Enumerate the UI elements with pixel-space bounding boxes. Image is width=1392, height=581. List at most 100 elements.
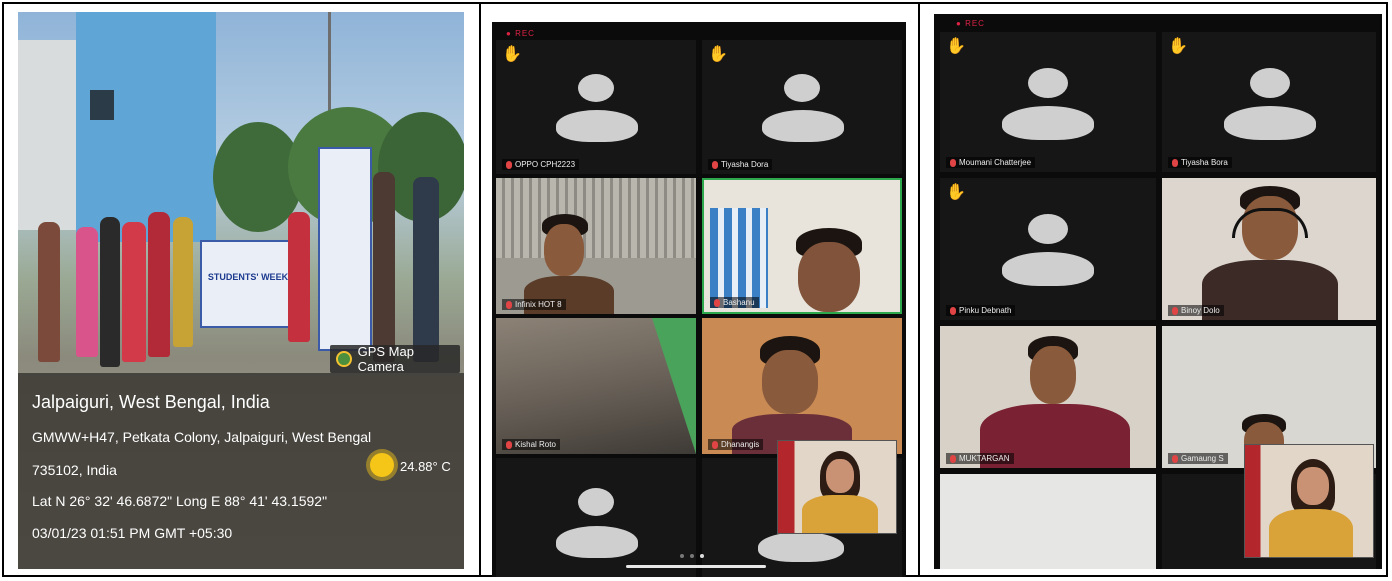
participant-name: Pinku Debnath — [946, 305, 1016, 316]
standee — [318, 147, 372, 351]
person — [38, 222, 60, 362]
curtain — [710, 208, 768, 308]
participant-name: Dhanangis — [708, 439, 764, 450]
person — [148, 212, 170, 357]
avatar-icon — [784, 74, 820, 102]
participant-name: Tiyasha Dora — [708, 159, 773, 170]
sun-icon — [370, 453, 394, 477]
raised-hand-icon: ✋ — [946, 184, 966, 201]
participant-tile[interactable]: Infinix HOT 8 — [496, 178, 696, 314]
page-dot — [680, 554, 684, 558]
rec-label: REC — [515, 29, 535, 38]
pole — [328, 12, 331, 122]
ceiling — [496, 318, 696, 454]
participant-name-text: Tiyasha Bora — [1181, 158, 1228, 167]
mic-muted-icon — [506, 300, 512, 309]
column-divider — [918, 2, 920, 577]
participant-name-text: Kishal Roto — [515, 440, 556, 449]
rec-indicator: ● REC — [956, 19, 985, 28]
page-dot — [690, 554, 694, 558]
avatar-icon — [578, 488, 614, 516]
participant-tile[interactable] — [940, 474, 1156, 569]
participant-tile[interactable] — [496, 458, 696, 577]
active-speaker-tile[interactable]: Bashanu — [702, 178, 902, 314]
person — [100, 217, 120, 367]
person — [413, 177, 439, 362]
mic-muted-icon — [712, 440, 718, 449]
participant-name-text: Moumani Chatterjee — [959, 158, 1032, 167]
self-view-pip[interactable] — [777, 440, 897, 534]
participant-tile[interactable]: Dhanangis — [702, 318, 902, 454]
address-line: GMWW+H47, Petkata Colony, Jalpaiguri, We… — [32, 429, 372, 445]
rec-indicator: ● REC — [506, 29, 535, 38]
participant-name: Gamaung S — [1168, 453, 1228, 464]
participant-tile[interactable]: ✋ Tiyasha Bora — [1162, 32, 1376, 172]
avatar-body — [556, 526, 638, 558]
shirt — [802, 495, 878, 533]
person — [173, 217, 193, 347]
wall — [496, 178, 696, 258]
participant-tile[interactable]: ✋ Moumani Chatterjee — [940, 32, 1156, 172]
gps-camera-label: GPS Map Camera — [357, 344, 414, 374]
raised-hand-icon: ✋ — [502, 46, 522, 63]
coordinates: Lat N 26° 32' 46.6872" Long E 88° 41' 43… — [32, 493, 328, 509]
participant-tile[interactable]: ✋ Tiyasha Dora — [702, 40, 902, 174]
raised-hand-icon: ✋ — [946, 38, 966, 55]
raised-hand-icon: ✋ — [1168, 38, 1188, 55]
gps-camera-tag: GPS Map Camera — [330, 344, 460, 374]
avatar-icon — [1028, 214, 1068, 244]
gps-photo: STUDENTS' WEEK GPS Map Camera Jalpaiguri… — [18, 12, 464, 569]
page-indicator[interactable] — [680, 554, 704, 558]
participant-name: Tiyasha Bora — [1168, 157, 1232, 168]
temperature: 24.88° C — [400, 459, 451, 474]
avatar-body — [758, 532, 844, 562]
avatar-body — [762, 110, 844, 142]
video-call-screen: ● REC ✋ OPPO CPH2223 ✋ Tiyasha Dora Infi… — [492, 22, 906, 577]
mic-muted-icon — [950, 454, 956, 463]
participant-name-text: Pinku Debnath — [959, 306, 1012, 315]
face — [1030, 346, 1076, 404]
banner: STUDENTS' WEEK — [200, 240, 296, 328]
participant-tile[interactable]: Binoy Dolo — [1162, 178, 1376, 320]
participant-tile[interactable]: MUKTARGAN — [940, 326, 1156, 468]
mic-muted-icon — [1172, 454, 1178, 463]
window — [90, 90, 114, 120]
building — [76, 12, 216, 242]
raised-hand-icon: ✋ — [708, 46, 728, 63]
mic-muted-icon — [506, 440, 512, 449]
column-divider — [479, 2, 481, 577]
avatar-body — [1002, 252, 1094, 286]
avatar-body — [556, 110, 638, 142]
self-view-pip[interactable] — [1244, 444, 1374, 558]
participant-name-text: Dhanangis — [721, 440, 760, 449]
participant-name-text: Infinix HOT 8 — [515, 300, 562, 309]
mic-muted-icon — [506, 160, 512, 169]
avatar-body — [1224, 106, 1316, 140]
mic-muted-icon — [1172, 158, 1178, 167]
mic-muted-icon — [712, 160, 718, 169]
participant-name-text: Tiyasha Dora — [721, 160, 769, 169]
participant-tile[interactable]: ✋ OPPO CPH2223 — [496, 40, 696, 174]
participant-name-text: MUKTARGAN — [959, 454, 1010, 463]
gps-info-box: Jalpaiguri, West Bengal, India GMWW+H47,… — [18, 373, 464, 569]
address-line: 735102, India — [32, 462, 117, 478]
participant-name-text: Binoy Dolo — [1181, 306, 1220, 315]
page-dot-active — [700, 554, 704, 558]
participant-tile[interactable]: Kishal Roto — [496, 318, 696, 454]
participant-name: Moumani Chatterjee — [946, 157, 1036, 168]
home-indicator[interactable] — [626, 565, 766, 568]
face — [762, 350, 818, 414]
participant-name: OPPO CPH2223 — [502, 159, 580, 170]
participant-name: Kishal Roto — [502, 439, 560, 450]
mic-muted-icon — [1172, 306, 1178, 315]
avatar-icon — [1028, 68, 1068, 98]
participant-tile[interactable]: ✋ Pinku Debnath — [940, 178, 1156, 320]
avatar-body — [1002, 106, 1094, 140]
avatar-icon — [578, 74, 614, 102]
person — [373, 172, 395, 362]
person — [288, 212, 310, 342]
gps-camera-logo-icon — [336, 351, 352, 367]
datetime: 03/01/23 01:51 PM GMT +05:30 — [32, 525, 233, 541]
participant-name: MUKTARGAN — [946, 453, 1014, 464]
location-title: Jalpaiguri, West Bengal, India — [32, 392, 270, 412]
